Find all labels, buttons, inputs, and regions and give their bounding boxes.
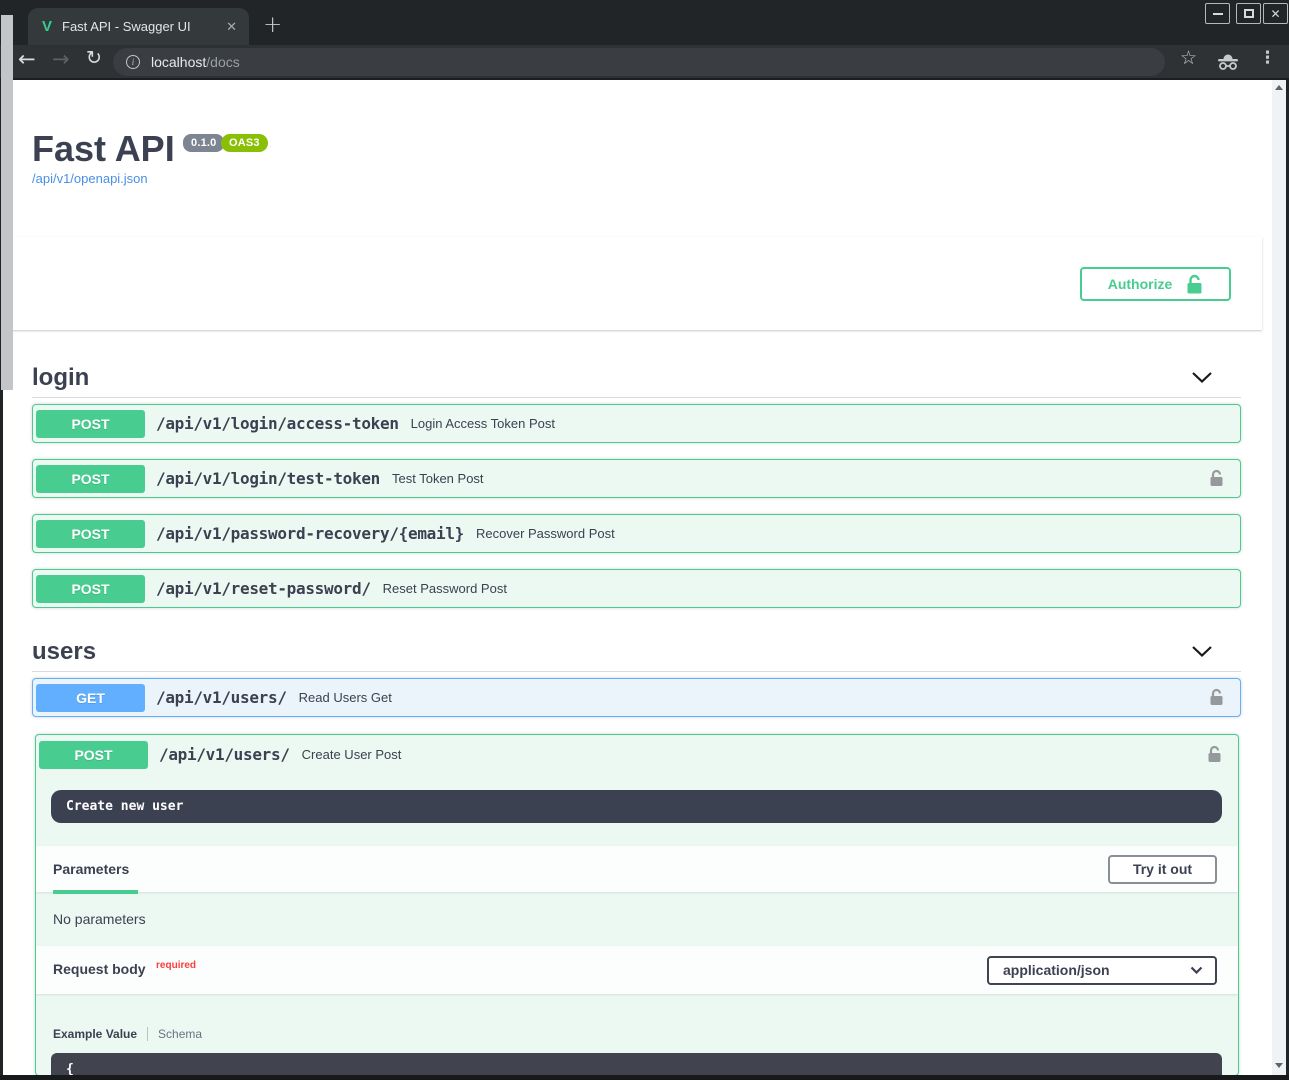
tab-close-icon[interactable]: ✕	[226, 19, 237, 35]
select-chevron-icon	[1190, 966, 1203, 974]
chevron-down-icon[interactable]	[1191, 371, 1213, 384]
example-code-block[interactable]: {	[51, 1053, 1222, 1076]
tab-schema[interactable]: Schema	[158, 1027, 202, 1041]
info-circle-icon[interactable]: i	[126, 55, 140, 69]
method-badge: POST	[36, 465, 145, 493]
endpoint-path: /api/v1/users/	[159, 745, 290, 764]
endpoint-summary: Read Users Get	[299, 690, 392, 705]
endpoint-path: /api/v1/login/access-token	[156, 414, 399, 433]
lock-open-icon[interactable]	[1209, 469, 1224, 488]
window-bottom-edge	[0, 1075, 1289, 1080]
lock-open-icon[interactable]	[1207, 745, 1222, 764]
endpoint-path: /api/v1/users/	[156, 688, 287, 707]
model-example-tabs: Example Value Schema	[53, 1027, 202, 1041]
scheme-container: Authorize	[10, 237, 1262, 330]
url-path: /docs	[206, 54, 239, 70]
required-badge: required	[156, 960, 196, 971]
endpoint-summary: Recover Password Post	[476, 526, 615, 541]
endpoint-summary: Reset Password Post	[383, 581, 507, 596]
minimize-icon	[1213, 13, 1223, 15]
method-badge: POST	[36, 520, 145, 548]
tag-section-users: users GET /api/v1/users/ Read Users Get	[32, 632, 1241, 733]
scrollbar[interactable]	[1272, 80, 1286, 1075]
media-type-value: application/json	[1003, 962, 1110, 978]
lock-open-icon[interactable]	[1209, 688, 1224, 707]
tag-section-login: login POST /api/v1/login/access-token Lo…	[32, 358, 1241, 624]
no-parameters-text: No parameters	[53, 911, 146, 927]
scroll-up-arrow[interactable]	[1275, 85, 1283, 90]
endpoint-list-users: GET /api/v1/users/ Read Users Get	[32, 678, 1241, 717]
browser-toolbar: ← → ↻ i localhost/docs ☆ ⋮	[0, 45, 1289, 80]
tab-parameters[interactable]: Parameters	[53, 861, 129, 877]
opblock-expanded-create-user: POST /api/v1/users/ Create User Post Cre…	[35, 734, 1239, 1076]
request-body-label-group: Request body required	[53, 961, 196, 979]
authorize-button[interactable]: Authorize	[1080, 267, 1231, 301]
v-logo-favicon: V	[42, 19, 52, 34]
section-title: users	[32, 638, 96, 666]
section-header-login[interactable]: login	[32, 358, 1241, 398]
endpoint-summary: Login Access Token Post	[411, 416, 555, 431]
tab-separator	[147, 1027, 148, 1041]
authorize-label: Authorize	[1108, 276, 1173, 292]
endpoint-row[interactable]: POST /api/v1/login/access-token Login Ac…	[32, 404, 1241, 443]
endpoint-path: /api/v1/password-recovery/{email}	[156, 524, 464, 543]
endpoint-row[interactable]: POST /api/v1/users/ Create User Post	[36, 735, 1238, 774]
request-body-label: Request body	[53, 961, 146, 977]
reload-icon[interactable]: ↻	[86, 49, 102, 68]
close-icon: ✕	[1270, 8, 1280, 20]
endpoint-summary: Create User Post	[302, 747, 402, 762]
openapi-spec-link[interactable]: /api/v1/openapi.json	[32, 171, 148, 186]
request-body-header: Request body required application/json	[36, 946, 1238, 994]
maximize-icon	[1244, 9, 1254, 18]
unlock-icon	[1186, 274, 1203, 295]
tab-example-value[interactable]: Example Value	[53, 1027, 137, 1041]
method-badge: POST	[39, 741, 148, 769]
endpoint-summary: Test Token Post	[392, 471, 484, 486]
section-title: login	[32, 364, 89, 392]
back-arrow-icon[interactable]: ←	[18, 49, 36, 70]
scroll-down-arrow[interactable]	[1275, 1063, 1283, 1068]
chevron-down-icon[interactable]	[1191, 645, 1213, 658]
endpoint-row[interactable]: POST /api/v1/reset-password/ Reset Passw…	[32, 569, 1241, 608]
section-header-users[interactable]: users	[32, 632, 1241, 672]
url-host: localhost	[151, 54, 206, 70]
endpoint-path: /api/v1/login/test-token	[156, 469, 380, 488]
star-icon[interactable]: ☆	[1180, 49, 1197, 68]
scrollbar-thumb[interactable]	[1, 15, 13, 390]
page-title: Fast API	[32, 128, 175, 170]
endpoint-row[interactable]: GET /api/v1/users/ Read Users Get	[32, 678, 1241, 717]
media-type-select[interactable]: application/json	[987, 956, 1217, 985]
tab-title: Fast API - Swagger UI	[62, 19, 226, 34]
forward-arrow-icon[interactable]: →	[52, 49, 70, 70]
close-window-button[interactable]: ✕	[1263, 3, 1288, 24]
titlebar: V Fast API - Swagger UI ✕ + ✕	[0, 0, 1289, 45]
new-tab-button[interactable]: +	[263, 12, 282, 38]
endpoint-row[interactable]: POST /api/v1/login/test-token Test Token…	[32, 459, 1241, 498]
maximize-button[interactable]	[1236, 3, 1261, 24]
parameters-header: Parameters Try it out	[36, 846, 1238, 892]
address-bar[interactable]: i localhost/docs	[113, 48, 1165, 76]
url-text: localhost/docs	[151, 54, 240, 70]
endpoint-list-login: POST /api/v1/login/access-token Login Ac…	[32, 404, 1241, 608]
endpoint-path: /api/v1/reset-password/	[156, 579, 371, 598]
endpoint-row[interactable]: POST /api/v1/password-recovery/{email} R…	[32, 514, 1241, 553]
browser-tab[interactable]: V Fast API - Swagger UI ✕	[28, 8, 249, 45]
version-badge: 0.1.0	[183, 134, 224, 152]
oas3-badge: OAS3	[221, 134, 268, 152]
browser-window: V Fast API - Swagger UI ✕ + ✕ ← → ↻ i lo…	[0, 0, 1289, 1080]
minimize-button[interactable]	[1205, 3, 1230, 24]
method-badge: GET	[36, 684, 145, 712]
method-badge: POST	[36, 575, 145, 603]
kebab-menu-icon[interactable]: ⋮	[1259, 50, 1276, 67]
method-badge: POST	[36, 410, 145, 438]
try-it-out-button[interactable]: Try it out	[1108, 855, 1217, 884]
operation-description: Create new user	[51, 790, 1222, 823]
incognito-icon[interactable]	[1216, 51, 1240, 71]
